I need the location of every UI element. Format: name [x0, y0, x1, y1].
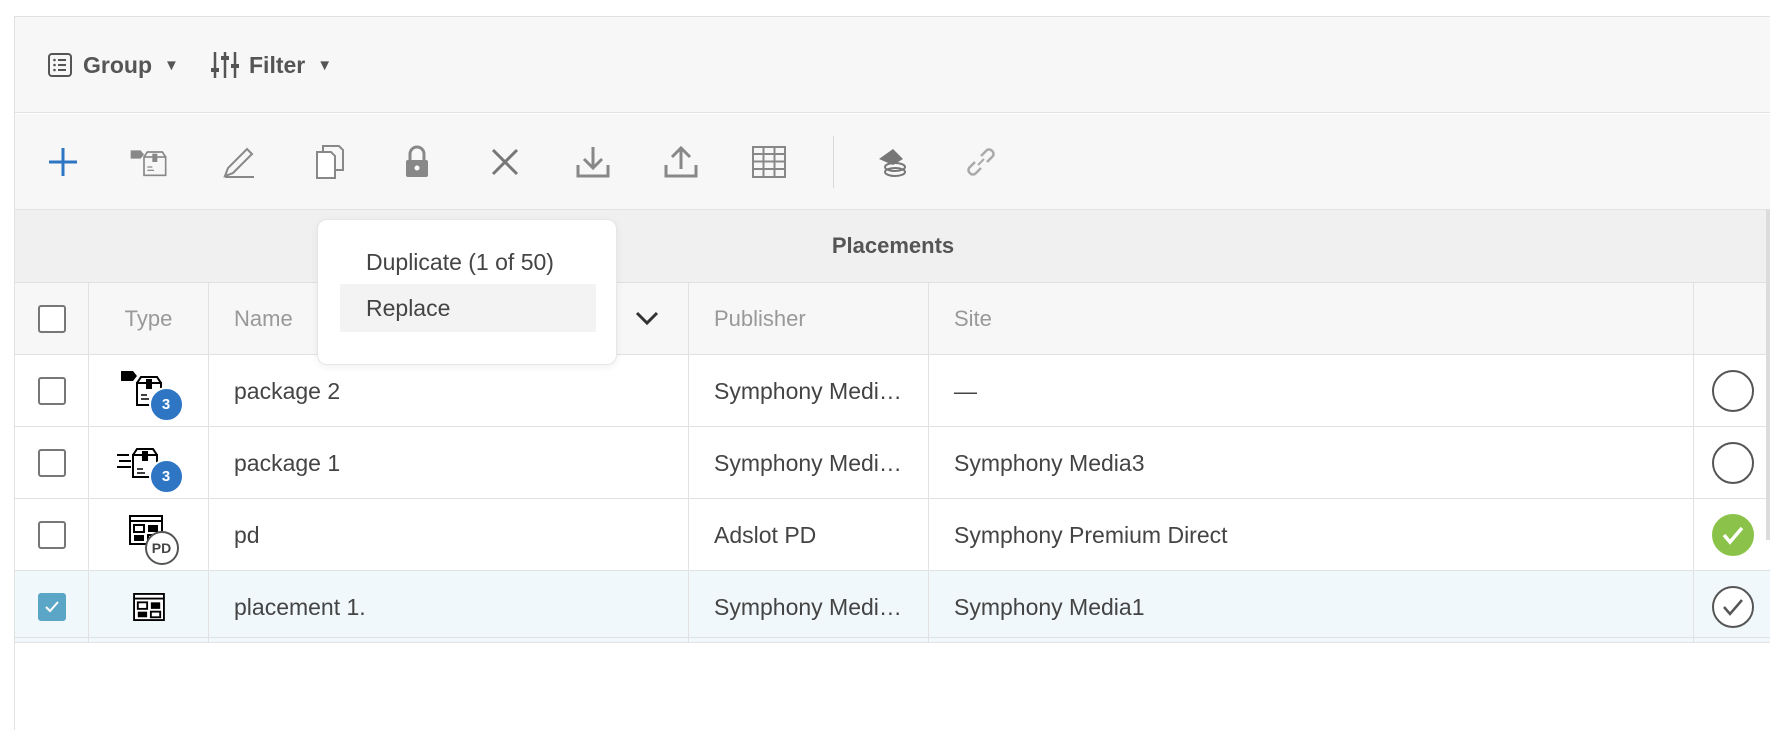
table-row[interactable]: 3 package 2 Symphony Medi… —: [15, 355, 1770, 427]
add-icon: [49, 148, 77, 176]
column-header-type[interactable]: Type: [89, 283, 209, 355]
publisher-cell: Adslot PD: [689, 499, 929, 571]
status-cell: [1694, 355, 1770, 427]
menu-item-replace[interactable]: Replace: [340, 284, 596, 332]
status-checked-icon[interactable]: [1711, 586, 1754, 628]
eraser-icon: [879, 149, 906, 177]
type-cell: 3: [89, 355, 209, 427]
sliders-icon: [211, 52, 239, 78]
upload-button[interactable]: [661, 142, 701, 182]
publisher-cell: Symphony Medi…: [689, 571, 929, 643]
type-cell: PD: [89, 499, 209, 571]
column-header-name-label: Name: [234, 306, 293, 331]
add-button[interactable]: [43, 142, 83, 182]
table-row[interactable]: 3 package 1 Symphony Medi… Symphony Medi…: [15, 427, 1770, 499]
toolbar-divider: [833, 136, 834, 188]
site-cell: Symphony Media3: [929, 427, 1694, 499]
publisher-text: Adslot PD: [714, 521, 817, 548]
package-tag-icon: [130, 150, 167, 177]
top-bar: Group ▼ Filter ▼: [15, 17, 1770, 113]
site-cell: Symphony Media1: [929, 571, 1694, 643]
publisher-text: Symphony Medi…: [714, 377, 902, 404]
close-icon: [491, 148, 519, 176]
table-row-selected[interactable]: placement 1. Symphony Medi… Symphony Med…: [15, 571, 1770, 643]
name-cell: pd: [209, 499, 689, 571]
section-title: Placements: [831, 233, 955, 258]
type-cell: 3: [89, 427, 209, 499]
menu-item-duplicate[interactable]: Duplicate (1 of 50): [340, 238, 596, 286]
placement-icon: [132, 593, 165, 621]
row-checkbox-cell: [15, 355, 89, 427]
pd-badge: PD: [144, 531, 179, 565]
status-cell: [1694, 571, 1770, 643]
action-toolbar: [15, 114, 1770, 210]
table-header-row: Type Name Publisher Site: [15, 283, 1770, 355]
status-cell: [1694, 427, 1770, 499]
publisher-text: Symphony Medi…: [714, 593, 902, 620]
count-badge: 3: [148, 459, 184, 494]
download-icon: [576, 147, 610, 178]
row-checkbox[interactable]: [37, 377, 66, 405]
count-badge: 3: [148, 387, 184, 422]
site-cell: —: [929, 355, 1694, 427]
status-check-icon[interactable]: [1711, 514, 1754, 556]
status-circle-icon[interactable]: [1711, 370, 1754, 412]
header-checkbox-cell: [15, 283, 89, 355]
type-cell: [89, 571, 209, 643]
row-checkbox-cell: [15, 571, 89, 643]
duplicate-button[interactable]: [309, 142, 349, 182]
pencil-icon: [223, 147, 254, 178]
name-cell: placement 1.: [209, 571, 689, 643]
caret-down-icon: ▼: [317, 56, 333, 74]
columns-button[interactable]: [749, 142, 789, 182]
download-button[interactable]: [573, 142, 613, 182]
clear-button[interactable]: [871, 142, 911, 182]
column-header-publisher[interactable]: Publisher: [689, 283, 929, 355]
row-checkbox[interactable]: [37, 521, 66, 549]
publisher-cell: Symphony Medi…: [689, 427, 929, 499]
duplicate-dropdown-menu: Duplicate (1 of 50) Replace: [317, 219, 617, 365]
filter-label: Filter: [249, 51, 306, 78]
row-checkbox[interactable]: [37, 449, 66, 477]
row-checkbox-cell: [15, 427, 89, 499]
scrollbar[interactable]: [1766, 210, 1770, 540]
table-row[interactable]: PD pd Adslot PD Symphony Premium Direct: [15, 499, 1770, 571]
link-button[interactable]: [961, 142, 1001, 182]
grid-icon: [752, 146, 786, 178]
filter-button[interactable]: Filter ▼: [211, 47, 332, 83]
group-button[interactable]: Group ▼: [47, 47, 179, 83]
upload-icon: [664, 145, 698, 178]
copy-icon: [316, 145, 344, 179]
table-footer-divider: [15, 637, 1770, 638]
delete-button[interactable]: [485, 142, 525, 182]
name-cell: package 1: [209, 427, 689, 499]
app-frame: Group ▼ Filter ▼ Placements Type Name Pu…: [14, 16, 1770, 730]
chevron-down-icon[interactable]: [634, 305, 660, 331]
column-header-site[interactable]: Site: [929, 283, 1694, 355]
list-icon: [48, 53, 72, 77]
add-package-button[interactable]: [129, 142, 169, 182]
link-icon: [967, 148, 995, 176]
select-all-checkbox[interactable]: [37, 305, 66, 333]
check-icon: [44, 601, 59, 613]
group-label: Group: [83, 51, 152, 78]
publisher-cell: Symphony Medi…: [689, 355, 929, 427]
site-cell: Symphony Premium Direct: [929, 499, 1694, 571]
column-header-status: [1694, 283, 1770, 355]
publisher-text: Symphony Medi…: [714, 449, 902, 476]
section-header: Placements: [15, 210, 1770, 283]
status-cell: [1694, 499, 1770, 571]
row-checkbox-checked[interactable]: [37, 593, 66, 621]
caret-down-icon: ▼: [164, 56, 179, 74]
name-cell: package 2: [209, 355, 689, 427]
edit-button[interactable]: [219, 142, 259, 182]
row-checkbox-cell: [15, 499, 89, 571]
lock-icon: [406, 145, 428, 177]
lock-button[interactable]: [397, 142, 437, 182]
status-circle-icon[interactable]: [1711, 442, 1754, 484]
